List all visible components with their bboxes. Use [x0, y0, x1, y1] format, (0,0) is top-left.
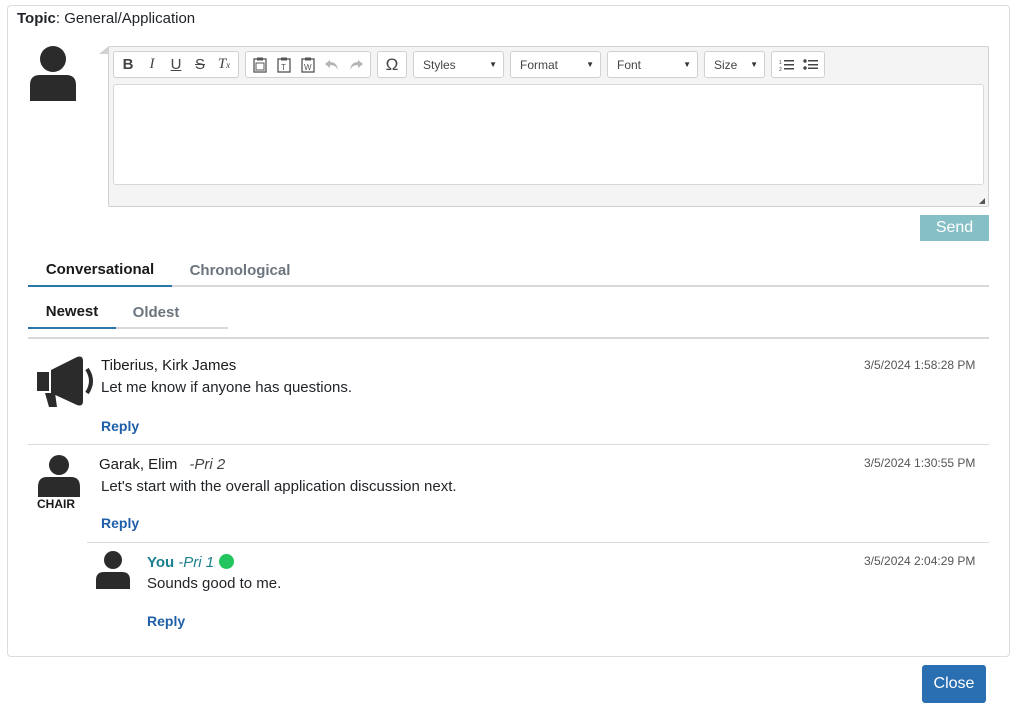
online-status-icon	[219, 554, 235, 569]
svg-text:W: W	[304, 63, 312, 72]
reply-link[interactable]: Reply	[101, 515, 139, 531]
remove-format-icon[interactable]: Tx	[212, 53, 236, 77]
message-author-line: Garak, Elim -Pri 2	[99, 456, 225, 473]
svg-text:2: 2	[779, 67, 782, 72]
chair-role-label: CHAIR	[37, 497, 75, 511]
message-divider	[28, 444, 989, 445]
message-priority: -Pri 2	[189, 456, 226, 473]
user-icon	[38, 455, 80, 497]
user-avatar-icon	[30, 46, 76, 101]
font-dropdown-label: Font	[617, 57, 642, 72]
styles-dropdown-label: Styles	[423, 57, 456, 72]
size-dropdown-label: Size	[714, 57, 738, 72]
svg-text:1: 1	[779, 60, 782, 66]
view-tabs: Conversational Chronological	[28, 253, 989, 287]
reply-link[interactable]: Reply	[101, 418, 139, 434]
italic-icon[interactable]: I	[140, 53, 164, 77]
message-author: You	[147, 554, 175, 571]
redo-icon[interactable]	[344, 53, 368, 77]
megaphone-icon	[37, 356, 93, 407]
special-char-group: Ω	[377, 51, 407, 78]
message-text: Let's start with the overall application…	[101, 478, 457, 495]
close-button[interactable]: Close	[922, 665, 986, 703]
message-text-area[interactable]	[113, 84, 984, 185]
paste-text-icon[interactable]: T	[272, 53, 296, 77]
chevron-down-icon: ▼	[750, 60, 758, 69]
svg-text:T: T	[281, 63, 286, 72]
font-dropdown[interactable]: Font ▼	[607, 51, 698, 78]
size-dropdown[interactable]: Size ▼	[704, 51, 765, 78]
chevron-down-icon: ▼	[683, 60, 691, 69]
message-divider	[87, 542, 989, 543]
tab-newest[interactable]: Newest	[28, 296, 116, 329]
message-text: Let me know if anyone has questions.	[101, 379, 352, 396]
undo-icon[interactable]	[320, 53, 344, 77]
user-icon	[96, 551, 130, 589]
underline-icon[interactable]: U	[164, 53, 188, 77]
message-timestamp: 3/5/2024 1:30:55 PM	[864, 456, 976, 470]
paste-icon[interactable]	[248, 53, 272, 77]
paste-word-icon[interactable]: W	[296, 53, 320, 77]
message-text: Sounds good to me.	[147, 575, 282, 592]
message-priority: -Pri 1	[178, 554, 215, 571]
topic-line: Topic: General/Application	[17, 10, 196, 27]
tab-conversational[interactable]: Conversational	[28, 253, 172, 287]
rich-text-editor: B I U S Tx T W Ω Styles ▼ Format ▼ Font …	[108, 46, 989, 207]
tab-oldest[interactable]: Oldest	[116, 296, 196, 329]
list-button-group: 12	[771, 51, 825, 78]
format-button-group: B I U S Tx	[113, 51, 239, 78]
reply-link[interactable]: Reply	[147, 613, 185, 629]
sort-tabs: Newest Oldest	[28, 296, 228, 329]
message-timestamp: 3/5/2024 1:58:28 PM	[864, 358, 976, 372]
message-author: Garak, Elim	[99, 456, 178, 473]
divider	[28, 337, 989, 339]
message-author: Tiberius, Kirk James	[101, 357, 237, 374]
tab-chronological[interactable]: Chronological	[173, 253, 307, 287]
chevron-down-icon: ▼	[586, 60, 594, 69]
styles-dropdown[interactable]: Styles ▼	[413, 51, 504, 78]
omega-icon[interactable]: Ω	[380, 53, 404, 77]
send-button[interactable]: Send	[920, 215, 989, 241]
bold-icon[interactable]: B	[116, 53, 140, 77]
editor-toolbar: B I U S Tx T W Ω Styles ▼ Format ▼ Font …	[113, 51, 825, 79]
message-timestamp: 3/5/2024 2:04:29 PM	[864, 554, 976, 568]
format-dropdown-label: Format	[520, 57, 559, 72]
format-dropdown[interactable]: Format ▼	[510, 51, 601, 78]
strikethrough-icon[interactable]: S	[188, 53, 212, 77]
resize-handle-icon[interactable]	[979, 198, 985, 204]
topic-label: Topic	[17, 10, 56, 27]
message-author-line: You -Pri 1	[147, 554, 235, 571]
bulleted-list-icon[interactable]	[798, 53, 822, 77]
clipboard-button-group: T W	[245, 51, 371, 78]
chevron-down-icon: ▼	[489, 60, 497, 69]
numbered-list-icon[interactable]: 12	[774, 53, 798, 77]
topic-value: General/Application	[64, 10, 196, 27]
